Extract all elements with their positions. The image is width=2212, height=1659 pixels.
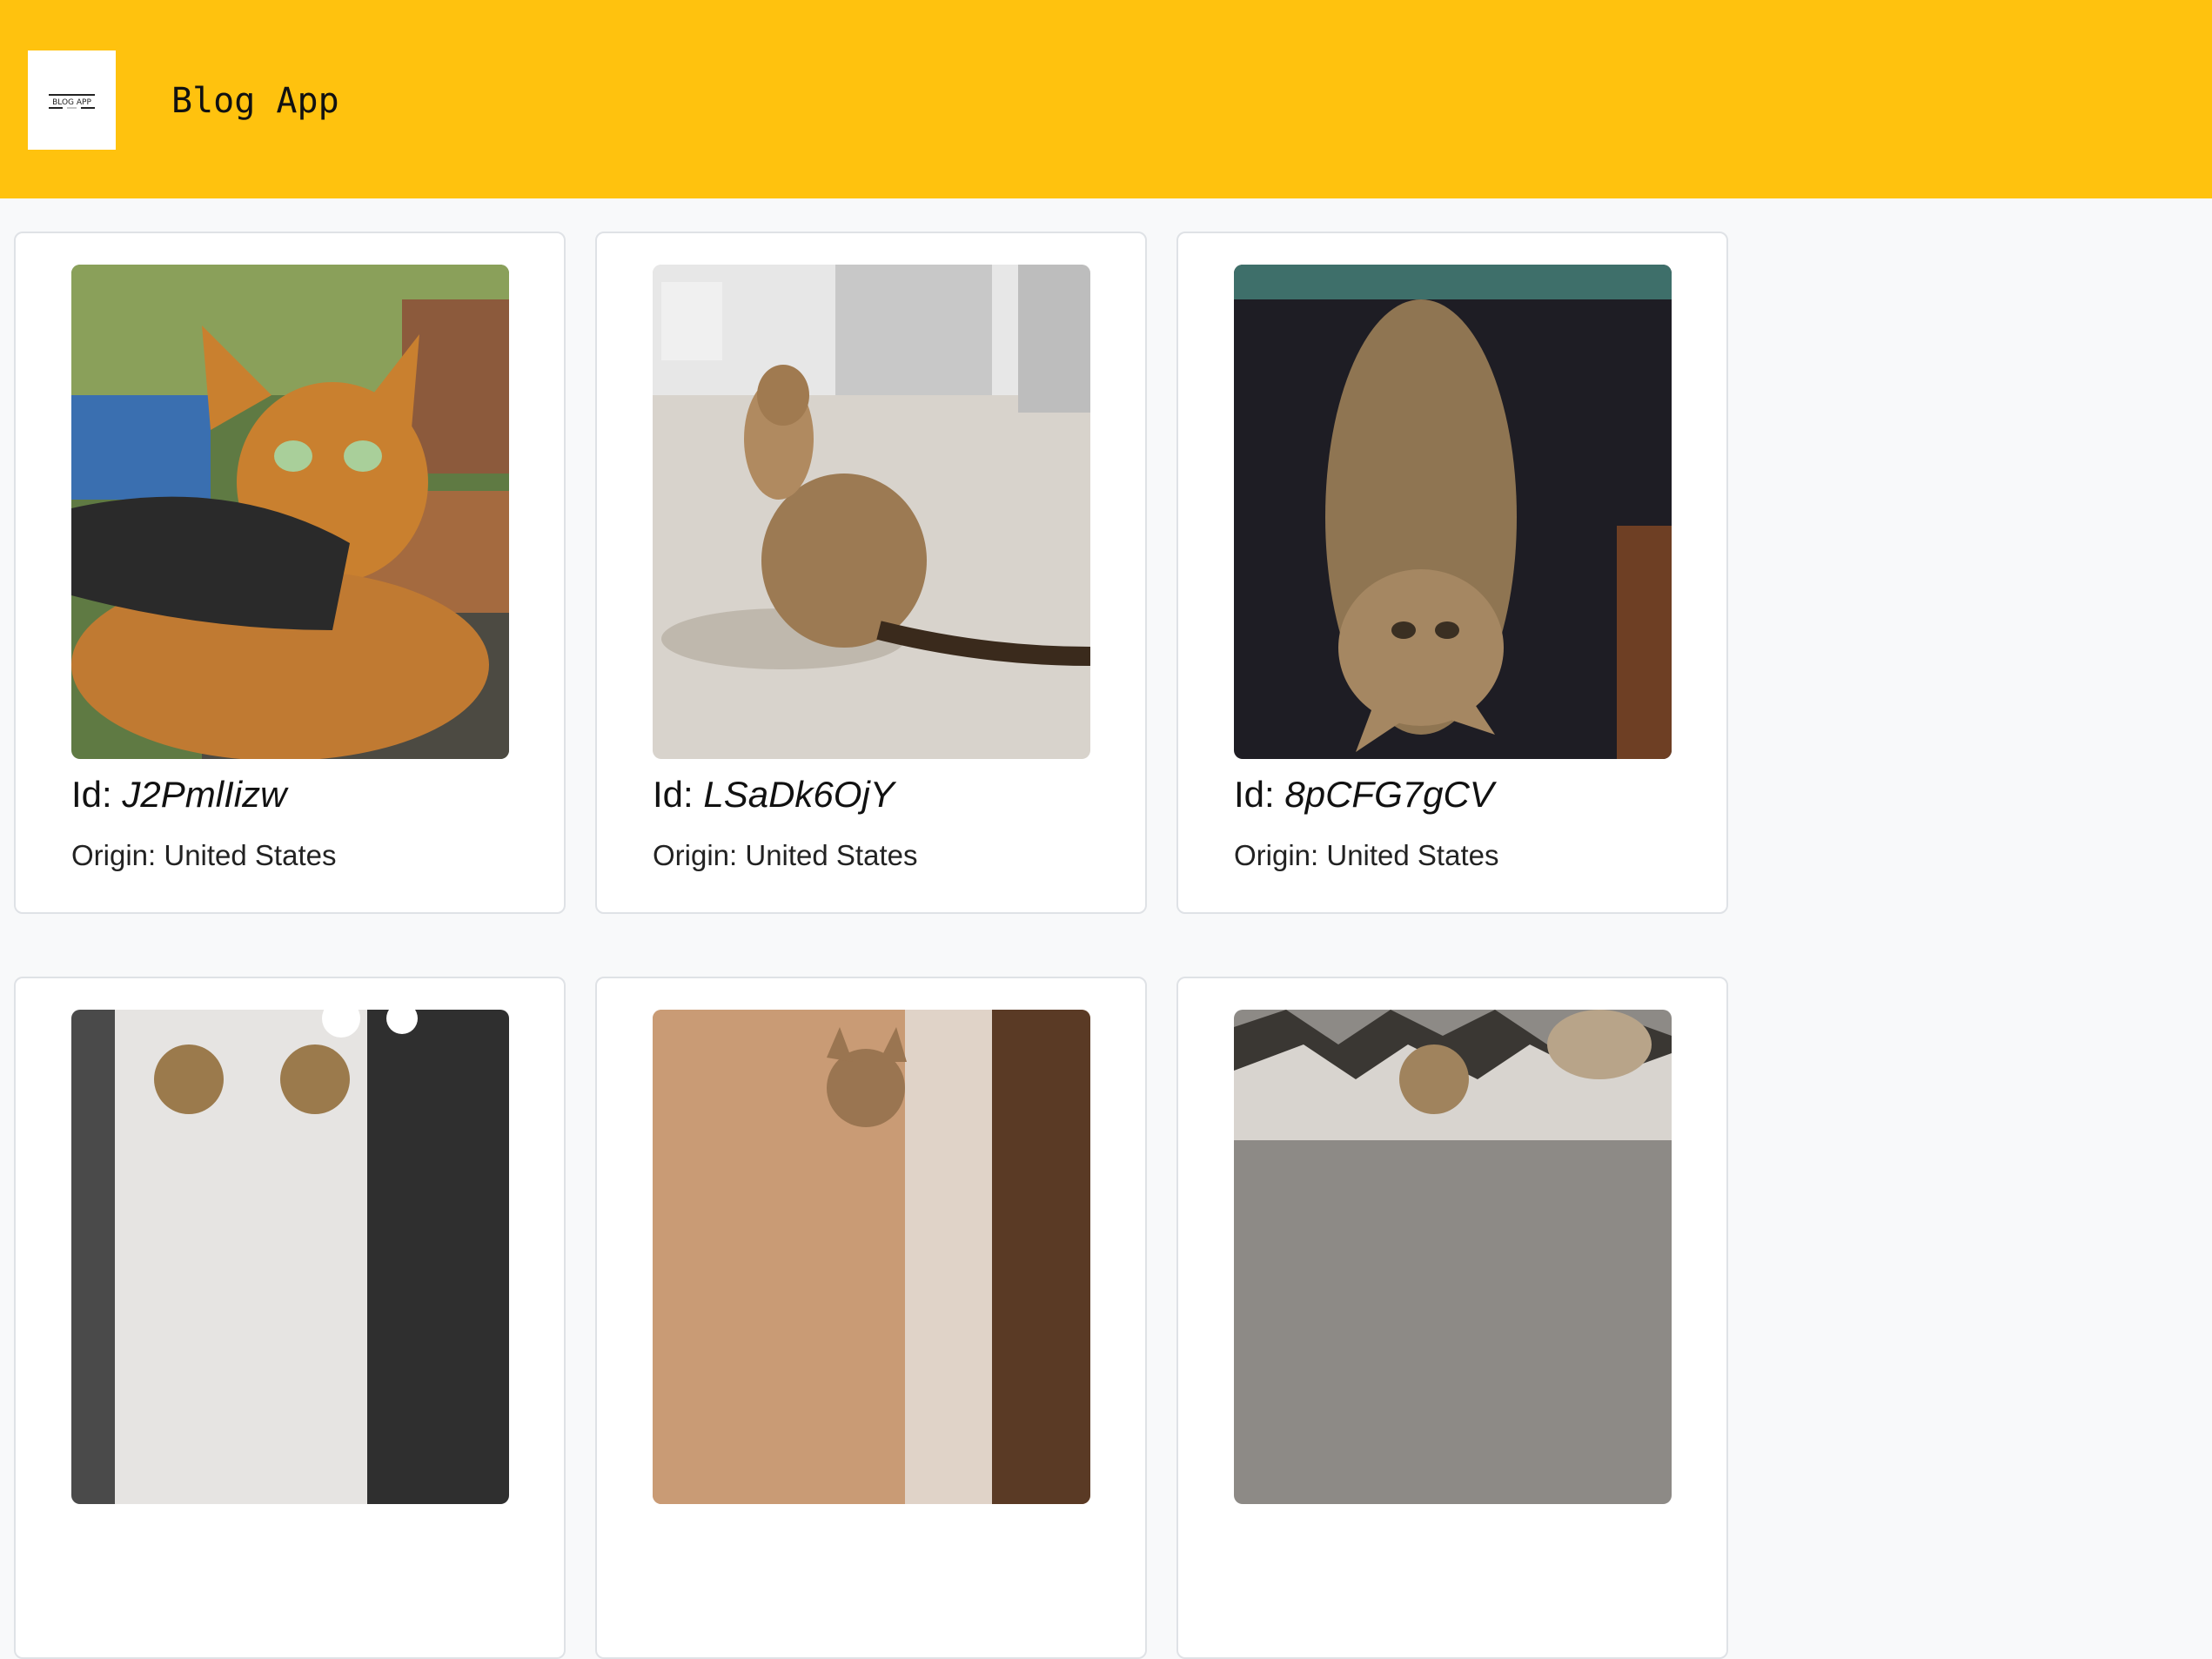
post-card[interactable] [595, 977, 1147, 1659]
cat-photo-icon [1234, 265, 1672, 759]
post-origin: Origin: United States [71, 839, 337, 871]
post-card[interactable]: Id: LSaDk6OjY Origin: United States [595, 232, 1147, 914]
post-id-value: 8pCFG7gCV [1284, 774, 1494, 815]
cat-photo-icon [71, 1010, 509, 1504]
post-image[interactable] [653, 265, 1090, 759]
post-card[interactable]: Id: J2PmlIizw Origin: United States [14, 232, 566, 914]
svg-text:BLOG APP: BLOG APP [52, 98, 91, 107]
post-card[interactable] [14, 977, 566, 1659]
cat-photo-icon [1234, 1010, 1672, 1504]
post-image[interactable] [71, 1010, 509, 1504]
post-id: Id: LSaDk6OjY [653, 769, 895, 821]
cat-photo-icon [653, 265, 1090, 759]
post-card[interactable]: Id: 8pCFG7gCV Origin: United States [1176, 232, 1728, 914]
post-id-label: Id: [71, 774, 112, 815]
cat-photo-icon [653, 1010, 1090, 1504]
post-image[interactable] [1234, 265, 1672, 759]
post-image[interactable] [1234, 1010, 1672, 1504]
app-title: Blog App [171, 81, 339, 121]
post-image[interactable] [653, 1010, 1090, 1504]
post-origin: Origin: United States [1234, 839, 1499, 871]
post-id-label: Id: [653, 774, 694, 815]
app-logo[interactable]: BLOG APP [28, 50, 116, 150]
post-id-label: Id: [1234, 774, 1275, 815]
cat-photo-icon [71, 265, 509, 759]
blog-logo-icon: BLOG APP [49, 94, 95, 109]
post-id-value: LSaDk6OjY [703, 774, 895, 815]
post-id-value: J2PmlIizw [122, 774, 287, 815]
app-header: BLOG APP Blog App [0, 0, 2212, 198]
post-id: Id: 8pCFG7gCV [1234, 769, 1494, 821]
post-image[interactable] [71, 265, 509, 759]
post-card[interactable] [1176, 977, 1728, 1659]
post-origin: Origin: United States [653, 839, 918, 871]
post-id: Id: J2PmlIizw [71, 769, 286, 821]
